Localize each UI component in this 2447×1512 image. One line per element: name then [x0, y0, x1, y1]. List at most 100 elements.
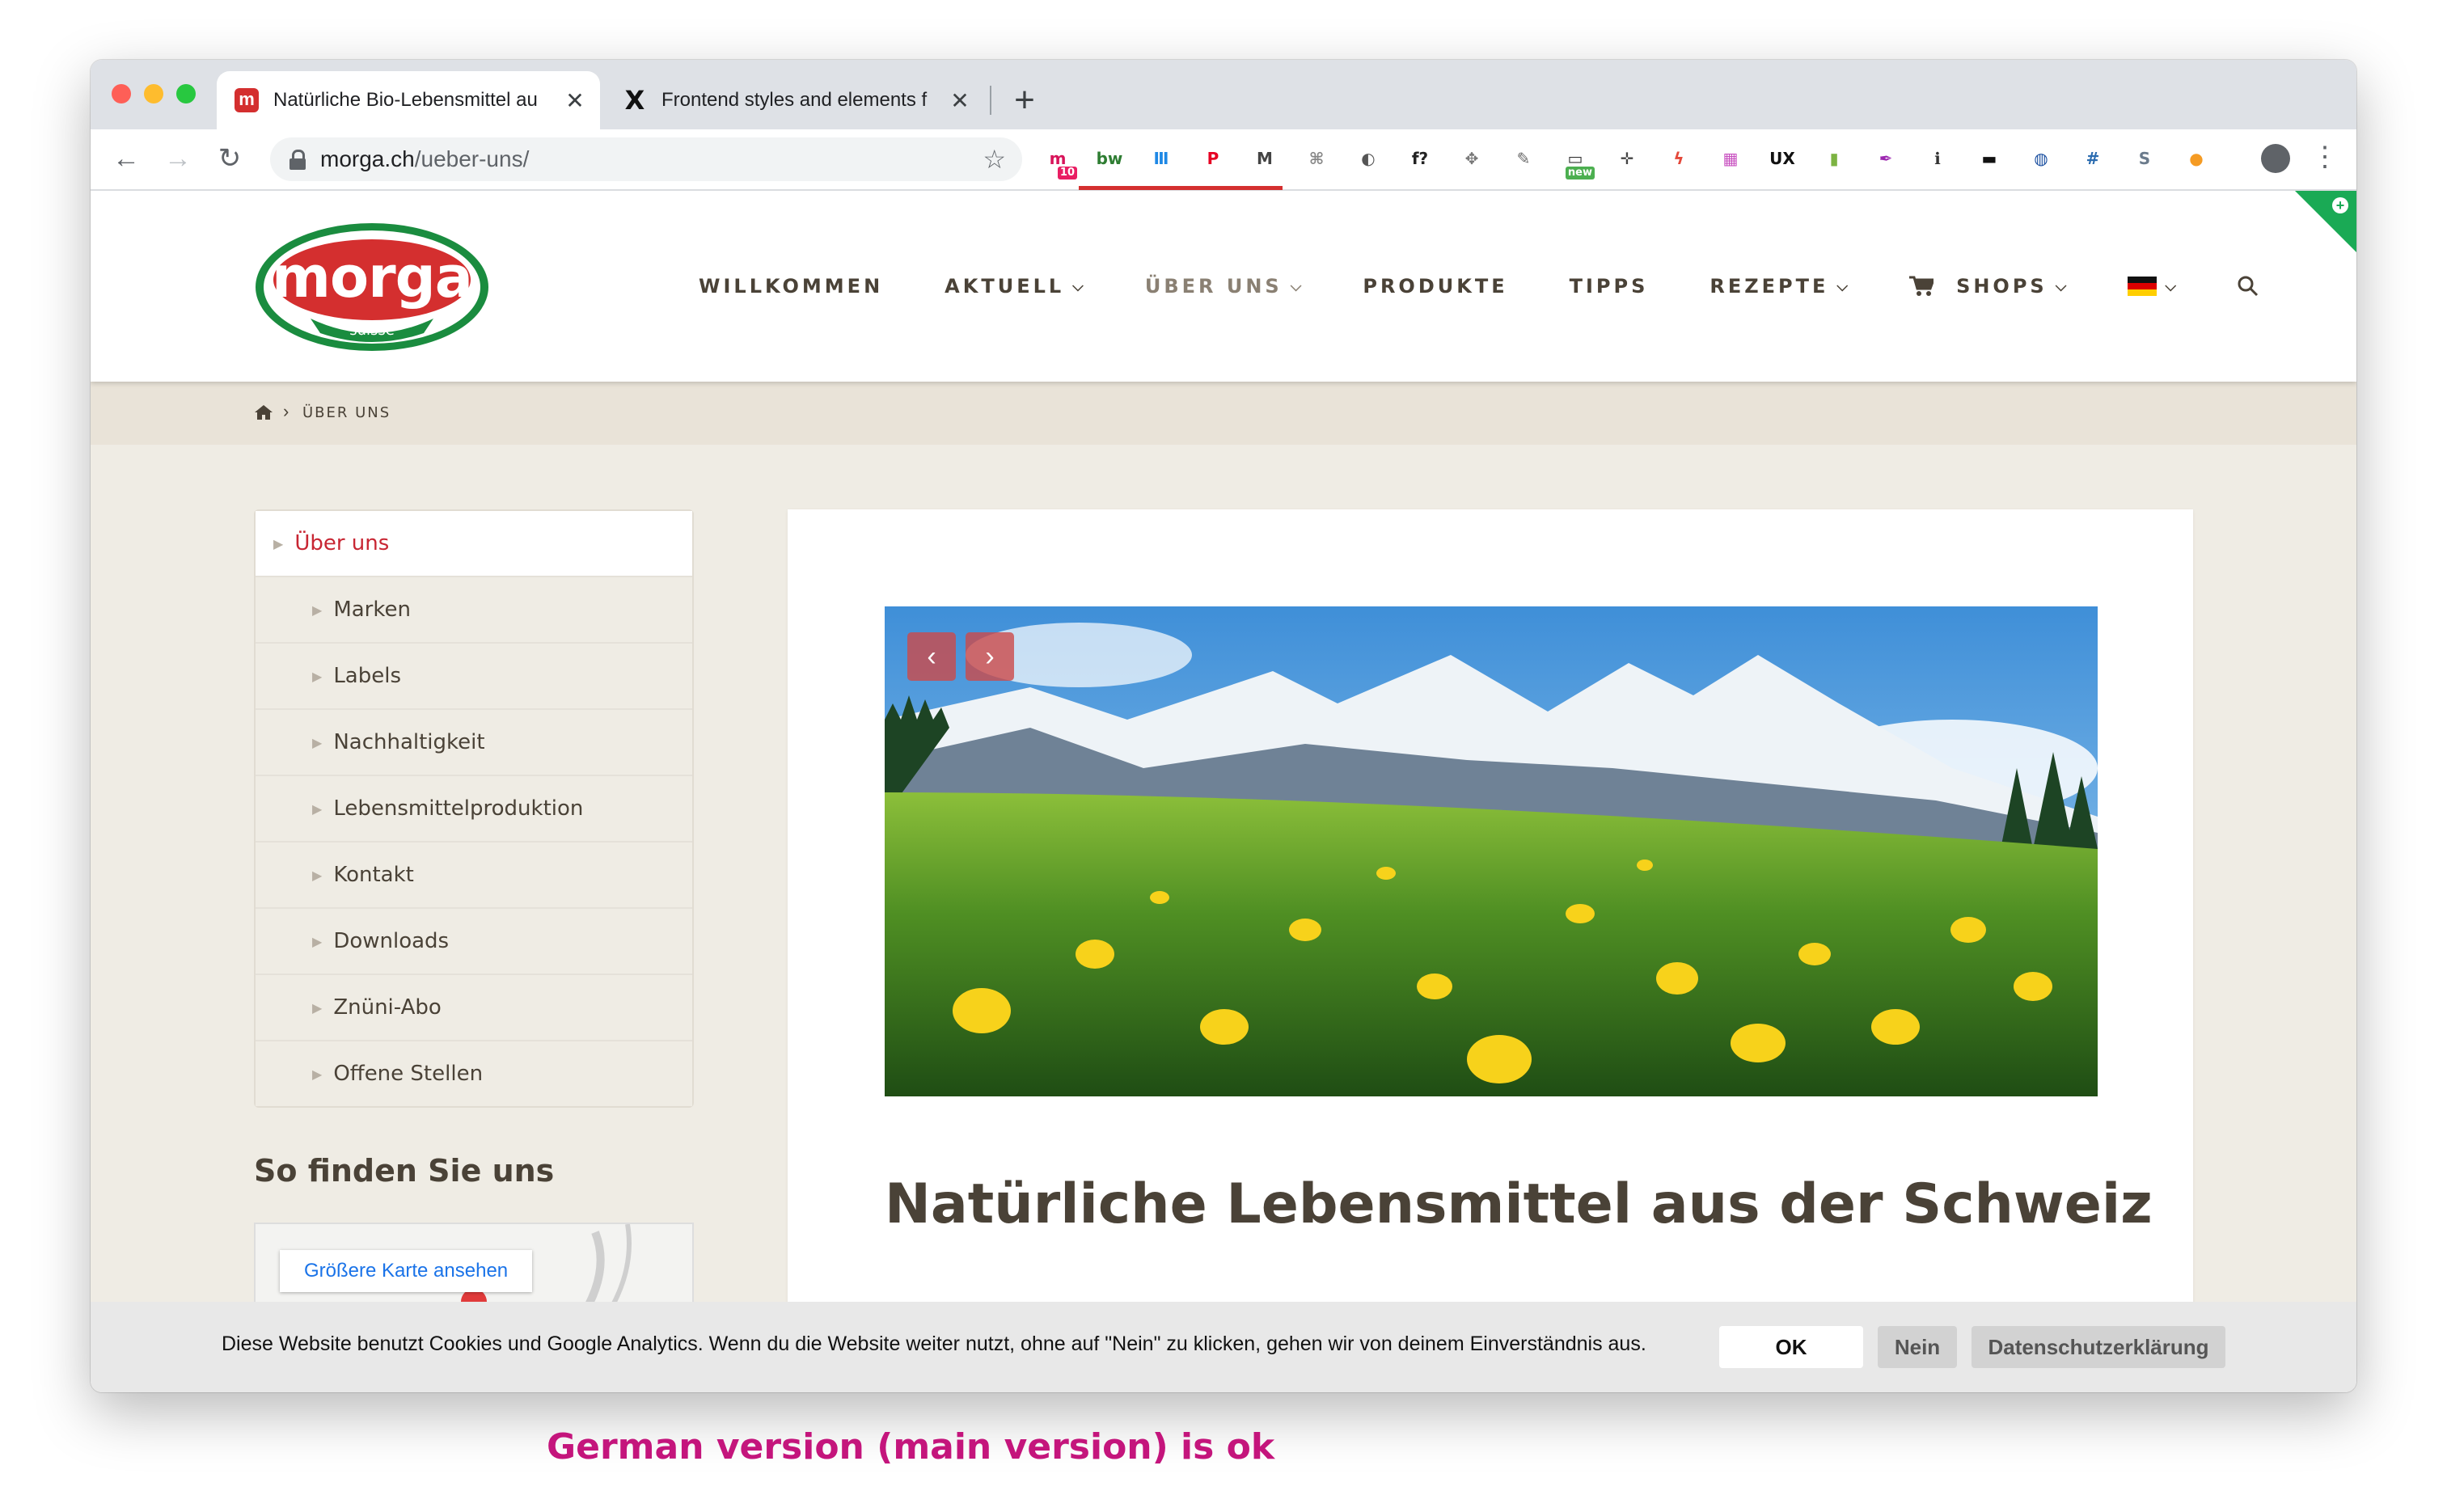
page-headline: Natürliche Lebensmittel aus der Schweiz — [885, 1172, 2153, 1236]
profile-icon[interactable] — [2261, 144, 2290, 173]
plus-circle-icon: + — [2332, 197, 2348, 213]
cookie-text: Diese Website benutzt Cookies und Google… — [222, 1333, 1646, 1355]
forward-arrow-icon[interactable]: → — [160, 141, 196, 176]
sidebar-menu: ▶ Über uns ▶ Marken ▶ Labels ▶ Nachhaltigkei… — [254, 509, 694, 1108]
close-tab-icon[interactable]: ✕ — [561, 87, 589, 114]
nav-rezepte[interactable]: REZEPTE ⌵ — [1710, 275, 1848, 298]
url-path: /ueber-uns/ — [414, 146, 530, 171]
nav-willkommen[interactable]: WILLKOMMEN — [699, 275, 883, 298]
sidebar-item-marken[interactable]: ▶ Marken — [256, 576, 692, 642]
reload-icon[interactable]: ↻ — [212, 141, 247, 176]
language-switcher[interactable]: ⌵ — [2128, 277, 2176, 296]
pinterest-icon[interactable]: P — [1198, 144, 1228, 173]
orange-icon[interactable]: ● — [2182, 144, 2211, 173]
chevron-down-icon: ⌵ — [1072, 277, 1084, 295]
sidebar-item-labels[interactable]: ▶ Labels — [256, 642, 692, 708]
sidebar-item-nachhaltigkeit[interactable]: ▶ Nachhaltigkeit — [256, 708, 692, 775]
tab-title: Frontend styles and elements f — [661, 89, 928, 111]
triangle-right-icon: ▶ — [312, 668, 323, 684]
tab-title: Natürliche Bio-Lebensmittel au — [273, 89, 538, 111]
pen-icon[interactable]: ✒ — [1871, 144, 1900, 173]
mailtrack-icon[interactable]: m 10 — [1043, 144, 1077, 179]
eyedropper-icon[interactable]: ✎ — [1509, 144, 1538, 173]
gradient-icon[interactable]: ▦ — [1716, 144, 1745, 173]
hero-slider: ‹ › — [885, 606, 2098, 1096]
cookie-banner: Diese Website benutzt Cookies und Google… — [91, 1302, 2356, 1392]
minimize-window-button[interactable] — [144, 84, 163, 103]
nav-aktuell[interactable]: AKTUELL ⌵ — [945, 275, 1084, 298]
triangle-right-icon: ▶ — [312, 602, 323, 618]
chevron-down-icon: ⌵ — [2165, 277, 2177, 295]
sidebar-item-lebensmittelproduktion[interactable]: ▶ Lebensmittelproduktion — [256, 775, 692, 841]
screenshot-icon[interactable]: ▭ new — [1561, 144, 1595, 179]
chevron-down-icon: ⌵ — [2055, 277, 2067, 295]
larger-map-link[interactable]: Größere Karte ansehen — [280, 1250, 533, 1292]
bookmark-star-icon[interactable]: ☆ — [983, 144, 1006, 175]
corner-badge[interactable] — [2295, 191, 2356, 252]
address-bar[interactable]: morga.ch /ueber-uns/ ☆ — [270, 137, 1022, 181]
sidebar-item-ueber-uns[interactable]: ▶ Über uns — [256, 511, 692, 576]
stack-icon[interactable]: ◍ — [2026, 144, 2056, 173]
close-window-button[interactable] — [112, 84, 131, 103]
sidebar-item-zniini-abo[interactable]: ▶ Znüni-Abo — [256, 974, 692, 1040]
cookie-ok-button[interactable]: OK — [1719, 1326, 1863, 1368]
tab-morga[interactable]: m Natürliche Bio-Lebensmittel au ✕ — [217, 71, 600, 129]
triangle-right-icon: ▶ — [312, 734, 323, 750]
chevron-down-icon: ⌵ — [1836, 277, 1849, 295]
calendar-icon[interactable]: Ⅲ — [1147, 144, 1176, 173]
sidebar-item-offene-stellen[interactable]: ▶ Offene Stellen — [256, 1040, 692, 1106]
cookie-no-button[interactable]: Nein — [1878, 1326, 1957, 1368]
chevron-down-icon: ⌵ — [1290, 277, 1302, 295]
alpine-meadow-image — [885, 606, 2098, 1096]
triangle-right-icon: ▶ — [312, 1066, 323, 1082]
ux-icon[interactable]: UX — [1768, 144, 1797, 173]
maximize-window-button[interactable] — [176, 84, 196, 103]
logo-subtext: suisse — [349, 322, 395, 339]
nav-tipps[interactable]: TIPPS — [1570, 275, 1649, 298]
morga-logo[interactable]: morga suisse — [254, 222, 490, 353]
back-arrow-icon[interactable]: ← — [108, 141, 144, 176]
new-tab-button[interactable]: + — [1004, 79, 1045, 121]
link-icon[interactable]: ⌘ — [1302, 144, 1331, 173]
bw-icon[interactable]: bw — [1095, 144, 1124, 173]
s-icon[interactable]: S — [2130, 144, 2159, 173]
privacy-policy-button[interactable]: Datenschutzerklärung — [1972, 1326, 2225, 1368]
grid-icon[interactable]: # — [2078, 144, 2107, 173]
browser-menu-icon[interactable]: ⋮ — [2311, 141, 2339, 173]
font-icon[interactable]: f? — [1405, 144, 1435, 173]
url-host: morga.ch — [320, 146, 415, 171]
logo-text: morga — [272, 244, 473, 310]
dropbox-icon[interactable]: ✥ — [1457, 144, 1486, 173]
breadcrumb-current: ÜBER UNS — [302, 404, 391, 421]
breadcrumb: › ÜBER UNS — [91, 382, 2356, 445]
bookmark-icon[interactable]: ▮ — [1819, 144, 1849, 173]
search-icon[interactable] — [2238, 276, 2259, 297]
site-header: morga suisse WILLKOMMEN AKTUELL ⌵ ÜBER UN… — [91, 191, 2356, 382]
gmail-icon[interactable]: M — [1250, 144, 1279, 173]
german-flag-icon — [2128, 277, 2158, 296]
tab-strip: m Natürliche Bio-Lebensmittel au ✕ X Fro… — [91, 60, 2356, 129]
slider-prev-button[interactable]: ‹ — [907, 632, 956, 681]
triangle-right-icon: ▶ — [273, 535, 284, 551]
sidebar-item-kontakt[interactable]: ▶ Kontakt — [256, 841, 692, 907]
active-extension-indicator — [1079, 186, 1283, 190]
triangle-right-icon: ▶ — [312, 933, 323, 949]
flag-icon[interactable]: ▬ — [1975, 144, 2004, 173]
moon-icon[interactable]: ◐ — [1354, 144, 1383, 173]
move-icon[interactable]: ✛ — [1612, 144, 1642, 173]
nav-produkte[interactable]: PRODUKTE — [1363, 275, 1507, 298]
map-heading: So finden Sie uns — [254, 1153, 555, 1189]
nav-shops[interactable]: SHOPS ⌵ — [1909, 275, 2066, 298]
slider-next-button[interactable]: › — [966, 632, 1014, 681]
info-icon[interactable]: ℹ — [1923, 144, 1952, 173]
bolt-icon[interactable]: ϟ — [1664, 144, 1693, 173]
home-icon[interactable] — [254, 404, 273, 420]
web-page: morga suisse WILLKOMMEN AKTUELL ⌵ ÜBER UN… — [91, 191, 2356, 1392]
annotation-caption: German version (main version) is ok — [547, 1426, 1275, 1468]
tab-frontend-styles[interactable]: X Frontend styles and elements f ✕ — [605, 71, 985, 129]
tab-divider — [990, 86, 991, 115]
nav-ueber-uns[interactable]: ÜBER UNS ⌵ — [1145, 275, 1302, 298]
close-tab-icon[interactable]: ✕ — [946, 87, 974, 114]
x-favicon-icon: X — [624, 85, 645, 116]
sidebar-item-downloads[interactable]: ▶ Downloads — [256, 907, 692, 974]
